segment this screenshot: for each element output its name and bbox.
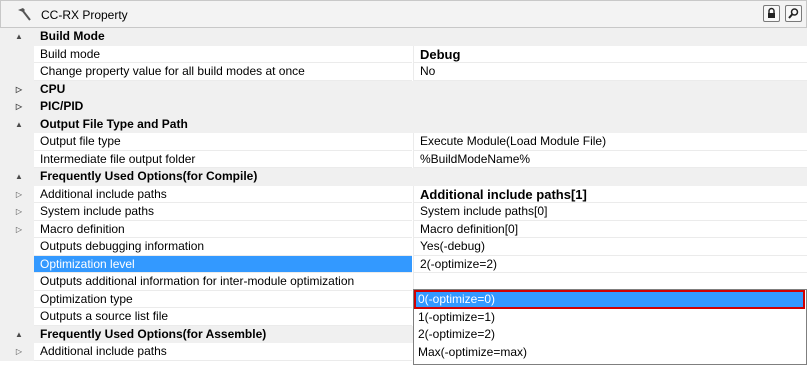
property-row[interactable]: ▷ Additional include paths Additional incl…: [0, 185, 807, 204]
property-value: %BuildModeName%: [420, 151, 531, 166]
property-value: 2(-optimize=2): [420, 256, 498, 271]
collapse-triangle-icon[interactable]: ▲: [14, 168, 24, 186]
property-name: Intermediate file output folder: [40, 151, 196, 166]
magnifier-icon: [788, 8, 799, 19]
property-name: Additional include paths: [40, 344, 167, 358]
dropdown-option[interactable]: 2(-optimize=2): [415, 326, 804, 343]
property-value: Execute Module(Load Module File): [420, 134, 607, 148]
row-gutter: [0, 308, 34, 326]
category-label: CPU: [40, 81, 66, 96]
property-row[interactable]: Output file type Execute Module(Load Modu…: [0, 133, 807, 151]
expand-triangle-icon[interactable]: ▷: [14, 203, 24, 221]
dropdown-option[interactable]: 0(-optimize=0): [414, 290, 805, 309]
row-gutter: [0, 133, 34, 151]
property-value-cell[interactable]: [413, 63, 807, 81]
property-row[interactable]: Build mode Debug: [0, 45, 807, 63]
property-value: Debug: [420, 46, 461, 62]
row-gutter: [0, 273, 34, 291]
collapse-triangle-icon[interactable]: ▲: [14, 326, 24, 344]
property-row[interactable]: Change property value for all build mode…: [0, 63, 807, 81]
expand-triangle-icon[interactable]: ▷: [14, 343, 24, 361]
property-value: Yes(-debug): [420, 239, 485, 253]
property-name: Additional include paths: [40, 186, 167, 201]
property-name: Build mode: [40, 46, 101, 61]
category-label: Output File Type and Path: [40, 116, 188, 131]
property-name: Outputs debugging information: [40, 239, 205, 253]
category-row[interactable]: ▷ CPU: [0, 80, 807, 99]
collapse-triangle-icon[interactable]: ▲: [14, 116, 24, 134]
category-label: Frequently Used Options(for Compile): [40, 169, 258, 183]
property-value: Macro definition[0]: [420, 221, 519, 236]
property-row[interactable]: ▷ System include paths System include path…: [0, 203, 807, 221]
property-name: System include paths: [40, 204, 155, 218]
expand-triangle-icon[interactable]: ▷: [14, 221, 24, 239]
property-name: Outputs a source list file: [40, 309, 169, 323]
category-row[interactable]: ▲ Frequently Used Options(for Compile): [0, 168, 807, 186]
category-label: PIC/PID: [40, 99, 84, 113]
property-row[interactable]: Outputs additional information for inter…: [0, 273, 807, 291]
category-row[interactable]: ▲ Build Mode: [0, 28, 807, 46]
lock-icon: [768, 7, 775, 18]
property-value-cell[interactable]: [413, 273, 807, 291]
category-row[interactable]: ▲ Output File Type and Path: [0, 115, 807, 134]
property-name: Optimization level: [40, 256, 135, 271]
row-gutter: [0, 63, 34, 81]
expand-triangle-icon[interactable]: ▷: [14, 98, 24, 116]
hammer-icon: [18, 8, 31, 21]
row-gutter: [0, 290, 34, 308]
row-gutter: [0, 238, 34, 256]
property-value: Additional include paths[1]: [420, 186, 587, 202]
expand-triangle-icon[interactable]: ▷: [14, 81, 24, 99]
property-name: Macro definition: [40, 221, 125, 236]
property-name: Outputs additional information for inter…: [40, 274, 355, 288]
property-row[interactable]: ▷ Macro definition Macro definition[0]: [0, 220, 807, 239]
row-gutter: [0, 255, 34, 273]
property-name: Optimization type: [40, 291, 133, 306]
property-name: Change property value for all build mode…: [40, 64, 305, 78]
property-name: Output file type: [40, 134, 121, 148]
row-gutter: [0, 45, 34, 63]
window-title: CC-RX Property: [41, 8, 128, 22]
property-value: No: [420, 64, 436, 78]
property-row[interactable]: Outputs debugging information Yes(-debug): [0, 238, 807, 256]
category-label: Frequently Used Options(for Assemble): [40, 326, 267, 341]
property-row[interactable]: Intermediate file output folder %BuildMod…: [0, 150, 807, 168]
expand-triangle-icon[interactable]: ▷: [14, 186, 24, 204]
property-value-cell[interactable]: [413, 45, 807, 63]
lock-button[interactable]: [763, 5, 780, 22]
dropdown-option[interactable]: 1(-optimize=1): [415, 309, 804, 326]
property-titlebar: CC-RX Property: [0, 0, 807, 28]
dropdown-option[interactable]: Max(-optimize=max): [415, 344, 804, 361]
category-label: Build Mode: [40, 29, 105, 43]
optimization-level-dropdown[interactable]: 0(-optimize=0) 1(-optimize=1) 2(-optimize=…: [413, 289, 807, 365]
search-button[interactable]: [785, 5, 802, 22]
property-row[interactable]: Optimization level 2(-optimize=2): [0, 255, 807, 273]
property-value: System include paths[0]: [420, 204, 548, 218]
row-gutter: [0, 150, 34, 168]
category-row[interactable]: ▷ PIC/PID: [0, 98, 807, 116]
collapse-triangle-icon[interactable]: ▲: [14, 28, 24, 46]
